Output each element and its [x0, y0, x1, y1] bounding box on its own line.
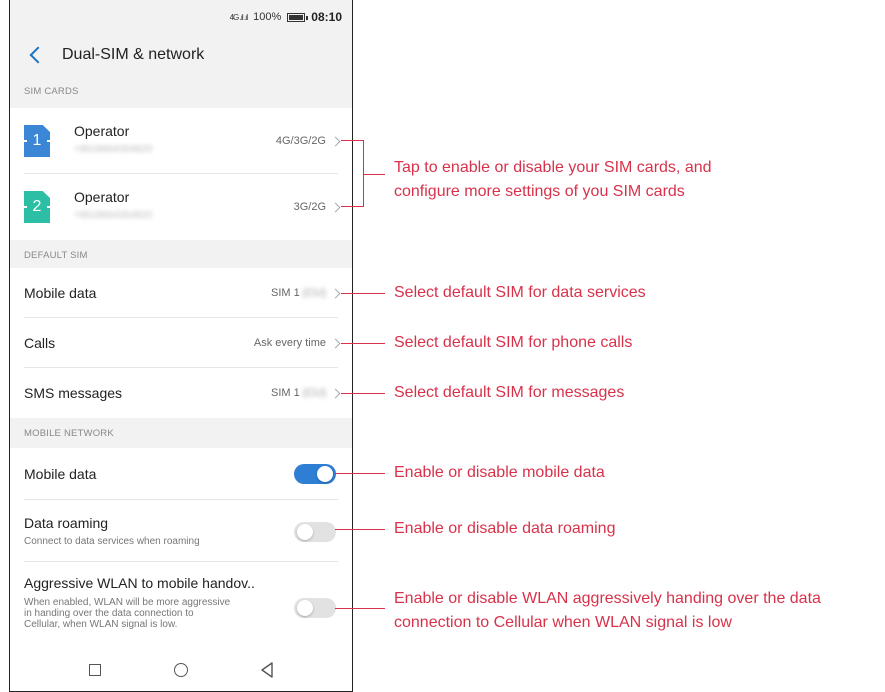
data-roaming-description: Connect to data services when roaming — [24, 536, 200, 547]
clock: 08:10 — [311, 10, 342, 24]
status-bar: 4G .ıl .ıl 100% 08:10 — [10, 0, 352, 34]
chevron-right-icon — [330, 338, 341, 349]
sim-card-row-2[interactable]: 2 Operator +8618664354820 3G/2G — [10, 174, 352, 240]
toggle-knob — [317, 466, 333, 482]
back-nav-icon[interactable] — [260, 662, 274, 678]
mobile-network-card: Mobile data Data roaming Connect to data… — [10, 448, 352, 650]
sim-card-2-network: 3G/2G — [293, 201, 326, 213]
default-sim-mobile-data-row[interactable]: Mobile data SIM 1 (CU) — [10, 268, 352, 318]
default-sim-sms-label: SMS messages — [24, 385, 123, 401]
sim-card-2-number: +8618664354820 — [74, 210, 153, 221]
callout-sms-default: Select default SIM for messages — [394, 384, 625, 401]
aggressive-wlan-toggle[interactable] — [294, 598, 336, 618]
home-icon[interactable] — [174, 663, 188, 677]
aggressive-wlan-label: Aggressive WLAN to mobile handov.. — [24, 575, 255, 591]
signal-icon: 4G .ıl .ıl — [229, 12, 249, 22]
mobile-data-label: Mobile data — [24, 466, 97, 482]
sim-card-2-icon: 2 — [24, 191, 50, 223]
callout-line — [363, 174, 385, 175]
chevron-right-icon — [330, 288, 341, 299]
navigation-bar — [10, 650, 352, 691]
sim-card-1-network: 4G/3G/2G — [275, 135, 326, 147]
callout-aggressive-wlan-line-1: Enable or disable WLAN aggressively hand… — [394, 590, 821, 607]
callout-line — [341, 293, 385, 294]
default-sim-mobile-data-label: Mobile data — [24, 285, 97, 301]
mobile-data-row: Mobile data — [10, 448, 352, 500]
sim-card-row-1[interactable]: 1 Operator +8618664354820 4G/3G/2G — [10, 108, 352, 174]
sim-card-2-name: Operator — [74, 189, 130, 205]
aggressive-wlan-row: Aggressive WLAN to mobile handov.. When … — [10, 562, 352, 650]
default-sim-mobile-data-value: SIM 1 (CU) — [270, 287, 326, 299]
battery-icon — [287, 12, 309, 22]
callout-line — [341, 393, 385, 394]
back-icon[interactable] — [24, 34, 58, 76]
header: Dual-SIM & network — [10, 34, 352, 76]
aggressive-wlan-description-line-3: Cellular, when WLAN signal is low. — [24, 619, 178, 630]
toggle-knob — [297, 524, 313, 540]
default-sim-sms-value: SIM 1 (CU) — [270, 387, 326, 399]
sim-cards-card: 1 Operator +8618664354820 4G/3G/2G 2 Ope… — [10, 108, 352, 240]
chevron-right-icon — [330, 388, 341, 399]
battery-percent: 100% — [253, 11, 282, 23]
callout-sim-cards-line-1: Tap to enable or disable your SIM cards,… — [394, 159, 712, 176]
callout-aggressive-wlan-line-2: connection to Cellular when WLAN signal … — [394, 614, 732, 631]
toggle-knob — [297, 600, 313, 616]
aggressive-wlan-description-line-2: in handing over the data connection to — [24, 608, 194, 619]
callout-line — [335, 608, 385, 609]
callout-line — [335, 529, 385, 530]
callout-line — [341, 140, 363, 141]
chevron-right-icon — [330, 202, 341, 213]
callout-sim-cards-line-2: configure more settings of you SIM cards — [394, 183, 685, 200]
phone-screen: 4G .ıl .ıl 100% 08:10 Dual-SIM & network… — [9, 0, 353, 692]
section-label-sim-cards: SIM CARDS — [24, 86, 79, 97]
data-roaming-toggle[interactable] — [294, 522, 336, 542]
callout-data-roaming-toggle: Enable or disable data roaming — [394, 520, 616, 537]
chevron-right-icon — [330, 136, 341, 147]
default-sim-sms-row[interactable]: SMS messages SIM 1 (CU) — [10, 368, 352, 418]
data-roaming-row: Data roaming Connect to data services wh… — [10, 500, 352, 562]
sim-card-1-number: +8618664354820 — [74, 144, 153, 155]
callout-calls-default: Select default SIM for phone calls — [394, 334, 633, 351]
default-sim-card: Mobile data SIM 1 (CU) Calls Ask every t… — [10, 268, 352, 418]
section-label-mobile-network: MOBILE NETWORK — [24, 428, 114, 439]
callout-line — [341, 343, 385, 344]
callout-line — [335, 473, 385, 474]
recent-apps-icon[interactable] — [89, 664, 101, 676]
aggressive-wlan-description-line-1: When enabled, WLAN will be more aggressi… — [24, 597, 231, 608]
callout-line — [341, 206, 363, 207]
mobile-data-toggle[interactable] — [294, 464, 336, 484]
default-sim-calls-label: Calls — [24, 335, 56, 351]
default-sim-calls-row[interactable]: Calls Ask every time — [10, 318, 352, 368]
default-sim-calls-value: Ask every time — [253, 337, 326, 349]
page-title: Dual-SIM & network — [62, 46, 205, 63]
callout-mobile-data-toggle: Enable or disable mobile data — [394, 464, 605, 481]
data-roaming-label: Data roaming — [24, 515, 109, 531]
sim-card-1-icon: 1 — [24, 125, 50, 157]
callout-mobile-data-default: Select default SIM for data services — [394, 284, 646, 301]
sim-card-1-name: Operator — [74, 123, 130, 139]
